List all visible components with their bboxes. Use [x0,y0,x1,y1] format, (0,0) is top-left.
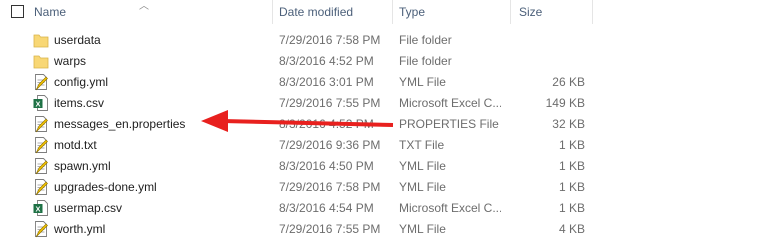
file-type: YML File [399,159,446,173]
file-size: 4 KB [558,222,585,236]
file-row[interactable]: worth.yml 7/29/2016 7:55 PM YML File 4 K… [0,218,781,240]
file-name: config.yml [54,75,109,89]
file-type: File folder [399,33,452,47]
file-type: YML File [399,180,446,194]
file-size [517,29,585,51]
file-size: 26 KB [552,75,585,89]
column-header-date[interactable]: Date modified [279,0,353,24]
file-size: 1 KB [558,159,585,173]
excel-file-icon: X [33,94,49,112]
file-name: spawn.yml [54,159,111,173]
file-name: items.csv [54,96,105,110]
excel-file-icon: X [33,199,49,217]
file-date: 7/29/2016 9:36 PM [279,138,381,152]
file-size: 1 KB [558,138,585,152]
file-name: motd.txt [54,138,97,152]
file-type: File folder [399,54,452,68]
svg-text:X: X [35,99,40,108]
file-row[interactable]: spawn.yml 8/3/2016 4:50 PM YML File 1 KB [0,155,781,177]
file-type: TXT File [399,138,445,152]
file-date: 8/3/2016 4:52 PM [279,117,374,131]
file-size: 1 KB [558,201,585,215]
file-row[interactable]: motd.txt 7/29/2016 9:36 PM TXT File 1 KB [0,134,781,156]
file-date: 8/3/2016 4:54 PM [279,201,374,215]
file-type: PROPERTIES File [399,117,499,131]
file-size: 32 KB [552,117,585,131]
file-row[interactable]: config.yml 8/3/2016 3:01 PM YML File 26 … [0,71,781,93]
file-size: 149 KB [545,96,585,110]
file-type: Microsoft Excel C... [399,96,501,110]
select-all-checkbox[interactable] [11,5,24,18]
file-row[interactable]: warps 8/3/2016 4:52 PM File folder [0,50,781,72]
file-name: warps [54,54,87,68]
file-date: 8/3/2016 4:52 PM [279,54,374,68]
text-file-icon [33,178,49,196]
column-divider[interactable] [592,0,593,24]
file-type: YML File [399,75,446,89]
file-size [517,50,585,72]
column-header-size[interactable]: Size [519,0,542,24]
text-file-icon [33,220,49,238]
file-row[interactable]: userdata 7/29/2016 7:58 PM File folder [0,29,781,51]
column-divider[interactable] [392,0,393,24]
file-row[interactable]: upgrades-done.yml 7/29/2016 7:58 PM YML … [0,176,781,198]
text-file-icon [33,136,49,154]
file-type: YML File [399,222,446,236]
file-type: Microsoft Excel C... [399,201,501,215]
file-name: worth.yml [54,222,106,236]
file-date: 7/29/2016 7:58 PM [279,180,381,194]
file-date: 7/29/2016 7:55 PM [279,96,381,110]
column-header-bar: ︿ Name Date modified Type Size [0,0,781,24]
column-header-type[interactable]: Type [399,0,425,24]
file-row[interactable]: X items.csv 7/29/2016 7:55 PM Microsoft … [0,92,781,114]
file-name: upgrades-done.yml [54,180,157,194]
text-file-icon [33,73,49,91]
folder-icon [33,52,49,70]
column-divider[interactable] [272,0,273,24]
file-row[interactable]: X usermap.csv 8/3/2016 4:54 PM Microsoft… [0,197,781,219]
sort-caret-icon[interactable]: ︿ [139,0,149,12]
file-name: messages_en.properties [54,117,186,131]
svg-text:X: X [35,204,40,213]
file-size: 1 KB [558,180,585,194]
file-name: userdata [54,33,101,47]
column-header-name[interactable]: Name [34,0,66,24]
folder-icon [33,31,49,49]
file-date: 7/29/2016 7:55 PM [279,222,381,236]
file-date: 7/29/2016 7:58 PM [279,33,381,47]
file-row[interactable]: messages_en.properties 8/3/2016 4:52 PM … [0,113,781,135]
file-date: 8/3/2016 4:50 PM [279,159,374,173]
column-divider[interactable] [510,0,511,24]
text-file-icon [33,157,49,175]
file-name: usermap.csv [54,201,123,215]
text-file-icon [33,115,49,133]
file-date: 8/3/2016 3:01 PM [279,75,374,89]
